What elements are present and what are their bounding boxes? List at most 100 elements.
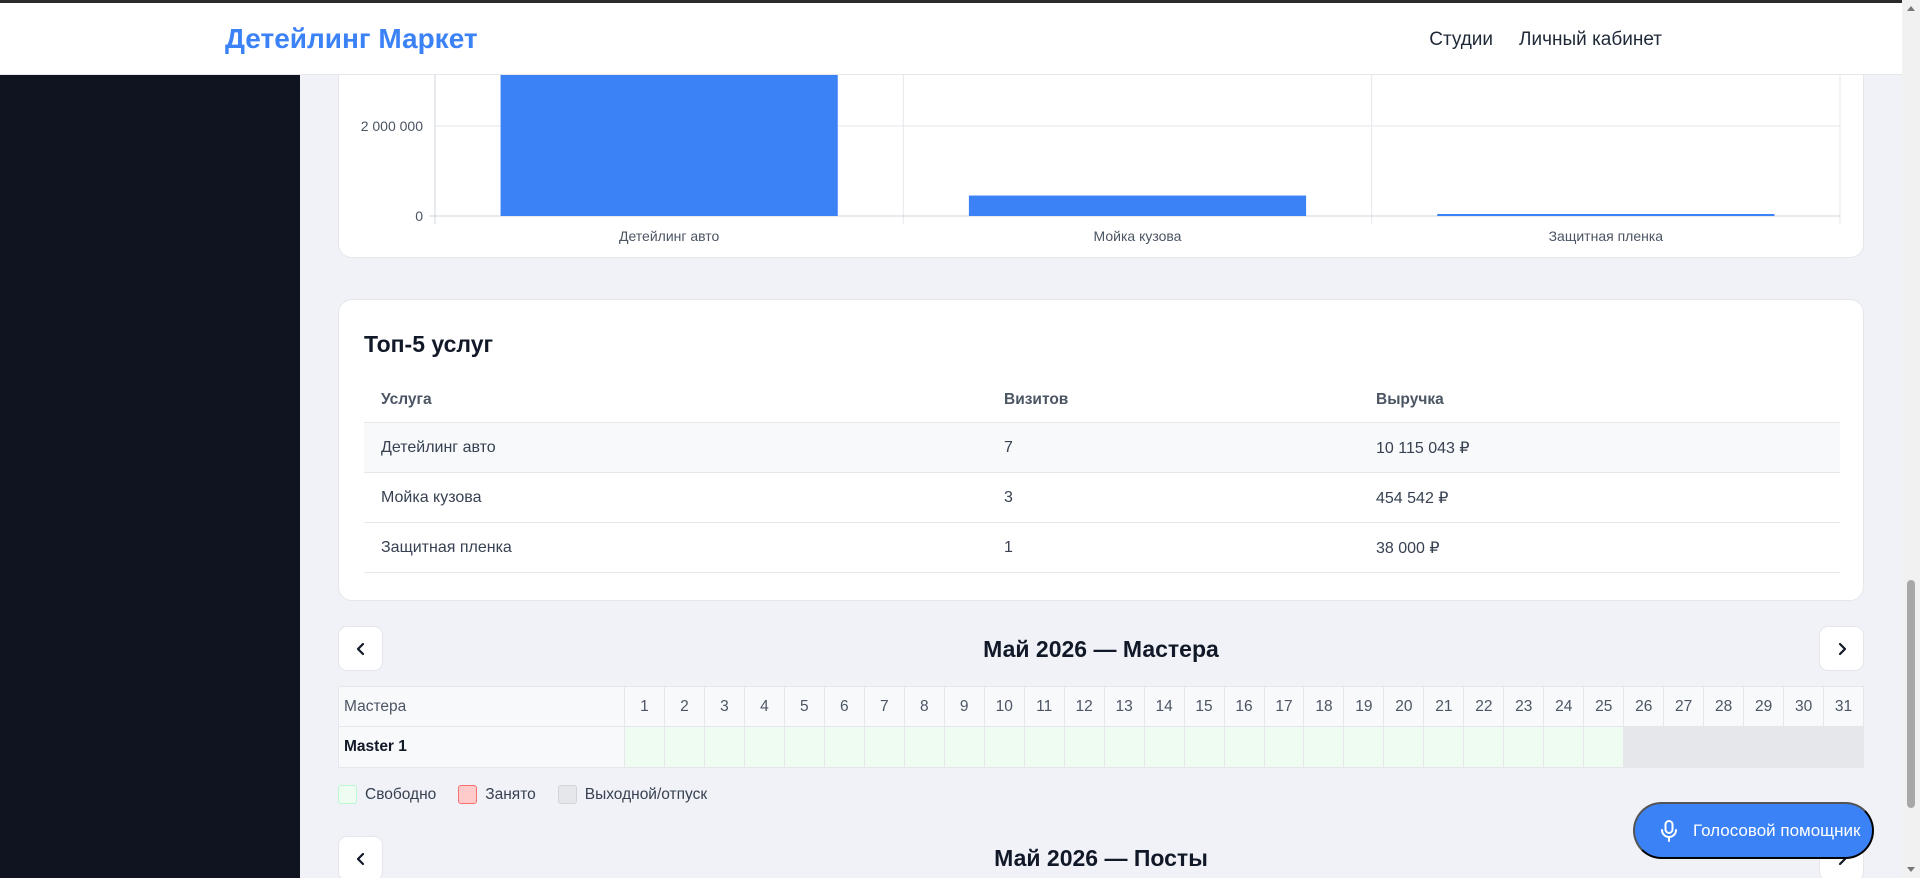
chart-y-tick-label: 0 — [415, 208, 423, 224]
legend-free: Свободно — [338, 785, 436, 804]
legend-swatch-busy — [458, 785, 478, 804]
legend-label-free: Свободно — [365, 785, 437, 803]
masters-next-month-button[interactable] — [1819, 626, 1864, 671]
calendar-day-cell-free[interactable] — [704, 727, 745, 767]
calendar-day-cell-free[interactable] — [1224, 727, 1265, 767]
calendar-day-cell-free[interactable] — [1144, 727, 1185, 767]
calendar-day-header: 24 — [1544, 687, 1585, 726]
calendar-day-header: 12 — [1065, 687, 1105, 726]
brand-logo[interactable]: Детейлинг Маркет — [225, 23, 478, 55]
calendar-day-cell-off[interactable] — [1824, 727, 1864, 767]
calendar-day-cell-free[interactable] — [1344, 727, 1385, 767]
calendar-day-header: 27 — [1664, 687, 1705, 726]
top5-services-card: Топ-5 услуг Услуга Визитов Выручка Детей… — [338, 299, 1864, 601]
calendar-day-cell-free[interactable] — [1264, 727, 1305, 767]
calendar-day-header: 9 — [945, 687, 985, 726]
chart-bar[interactable] — [1437, 214, 1775, 216]
cell-revenue: 10 115 043 ₽ — [1376, 439, 1470, 457]
calendar-day-cell-free[interactable] — [944, 727, 985, 767]
calendar-day-cell-off[interactable] — [1704, 727, 1745, 767]
calendar-day-header: 31 — [1834, 697, 1853, 715]
calendar-day-cell-free[interactable] — [984, 727, 1025, 767]
cell-revenue: 454 542 ₽ — [1376, 489, 1449, 507]
calendar-day-header: 20 — [1384, 687, 1425, 726]
calendar-day-header: 30 — [1784, 687, 1825, 726]
revenue-chart-card: 0 2 000 000 Детейлинг авто Мойка кузова Защи… — [338, 75, 1864, 258]
legend-swatch-free — [338, 785, 357, 804]
calendar-day-cell-free[interactable] — [1504, 727, 1545, 767]
cell-service: Мойка кузова — [381, 488, 482, 506]
calendar-day-header: 7 — [865, 687, 905, 726]
scrollbar-thumb[interactable] — [1907, 580, 1915, 808]
calendar-master-row: Master 1 — [339, 727, 1864, 767]
posts-calendar-title: Май 2026 — Посты — [994, 845, 1208, 871]
calendar-day-cell-free[interactable] — [625, 727, 665, 767]
calendar-day-cell-free[interactable] — [904, 727, 945, 767]
calendar-day-header: 17 — [1265, 687, 1305, 726]
app-header: Детейлинг Маркет Студии Личный кабинет — [0, 3, 1902, 75]
main-nav: Студии Личный кабинет — [1429, 29, 1662, 51]
chart-y-tick-label: 2 000 000 — [361, 118, 423, 134]
sidebar — [0, 75, 300, 878]
calendar-day-cell-free[interactable] — [1104, 727, 1145, 767]
calendar-day-cell-free[interactable] — [1464, 727, 1505, 767]
calendar-day-header: 29 — [1744, 687, 1785, 726]
masters-calendar-title: Май 2026 — Мастера — [983, 636, 1219, 662]
voice-assistant-button[interactable]: Голосовой помощник — [1633, 802, 1874, 859]
chevron-right-icon — [1838, 642, 1846, 655]
calendar-day-cell-off[interactable] — [1664, 727, 1705, 767]
calendar-day-cell-free[interactable] — [1064, 727, 1105, 767]
calendar-day-header: 3 — [705, 687, 745, 726]
nav-studios-link[interactable]: Студии — [1429, 29, 1493, 51]
calendar-day-cell-free[interactable] — [1304, 727, 1345, 767]
cell-visits: 1 — [1004, 538, 1013, 556]
calendar-day-cell-free[interactable] — [1184, 727, 1225, 767]
calendar-day-cell-free[interactable] — [864, 727, 905, 767]
calendar-day-header: 13 — [1105, 687, 1145, 726]
calendar-day-header: 5 — [785, 687, 825, 726]
calendar-day-header: 22 — [1464, 687, 1505, 726]
nav-account-link[interactable]: Личный кабинет — [1519, 29, 1662, 51]
scroll-down-arrow-icon[interactable] — [1907, 867, 1915, 872]
calendar-day-header: 23 — [1504, 687, 1545, 726]
legend-swatch-off — [557, 785, 577, 804]
calendar-day-cell-free[interactable] — [1024, 727, 1065, 767]
revenue-bar-chart: 0 2 000 000 Детейлинг авто Мойка кузова Защи… — [361, 75, 1841, 244]
calendar-day-cell-free[interactable] — [824, 727, 865, 767]
calendar-day-cell-free[interactable] — [744, 727, 785, 767]
chart-bar[interactable] — [968, 195, 1307, 216]
col-header-revenue: Выручка — [1376, 391, 1444, 408]
col-header-visits: Визитов — [1004, 391, 1069, 408]
scroll-up-arrow-icon[interactable] — [1907, 6, 1915, 11]
calendar-day-cell-free[interactable] — [1584, 727, 1625, 767]
table-header: Услуга Визитов Выручка — [364, 378, 1840, 423]
calendar-day-header: 18 — [1304, 687, 1345, 726]
cell-revenue: 38 000 ₽ — [1376, 539, 1440, 557]
chart-bar[interactable] — [500, 75, 838, 216]
calendar-day-cell-free[interactable] — [784, 727, 825, 767]
calendar-day-cell-free[interactable] — [1544, 727, 1585, 767]
calendar-day-cell-free[interactable] — [1424, 727, 1465, 767]
cell-visits: 7 — [1004, 438, 1013, 456]
calendar-day-header: 28 — [1704, 687, 1745, 726]
calendar-day-headers: 1 2 3 4 5 6 7 8 9 10 11 12 13 14 15 16 17 18 19 20 21 22 23 24 2… — [625, 687, 1863, 726]
calendar-day-header: 2 — [665, 687, 705, 726]
page-scrollbar[interactable] — [1902, 0, 1920, 878]
calendar-day-header: 10 — [985, 687, 1025, 726]
calendar-day-header: 1 — [625, 687, 665, 726]
col-header-service: Услуга — [381, 391, 432, 408]
calendar-day-header: 16 — [1225, 687, 1265, 726]
masters-calendar-grid: Мастера 1 2 3 4 5 6 7 8 9 10 11 12 13 14 15 16 17 18 19 20 2… — [338, 686, 1864, 768]
chart-x-tick-label: Защитная пленка — [1549, 228, 1664, 244]
table-row: Детейлинг авто 7 10 115 043 ₽ — [364, 423, 1840, 473]
table-row: Защитная пленка 1 38 000 ₽ — [364, 523, 1840, 573]
calendar-day-cell-off[interactable] — [1784, 727, 1825, 767]
chart-x-tick-label: Детейлинг авто — [619, 228, 720, 244]
calendar-day-cell-free[interactable] — [664, 727, 705, 767]
calendar-day-cell-off[interactable] — [1744, 727, 1785, 767]
legend-off: Выходной/отпуск — [557, 785, 707, 804]
calendar-day-cell-off[interactable] — [1624, 727, 1665, 767]
calendar-day-header: 11 — [1025, 687, 1065, 726]
calendar-day-cell-free[interactable] — [1384, 727, 1425, 767]
legend-label-busy: Занято — [485, 785, 536, 803]
